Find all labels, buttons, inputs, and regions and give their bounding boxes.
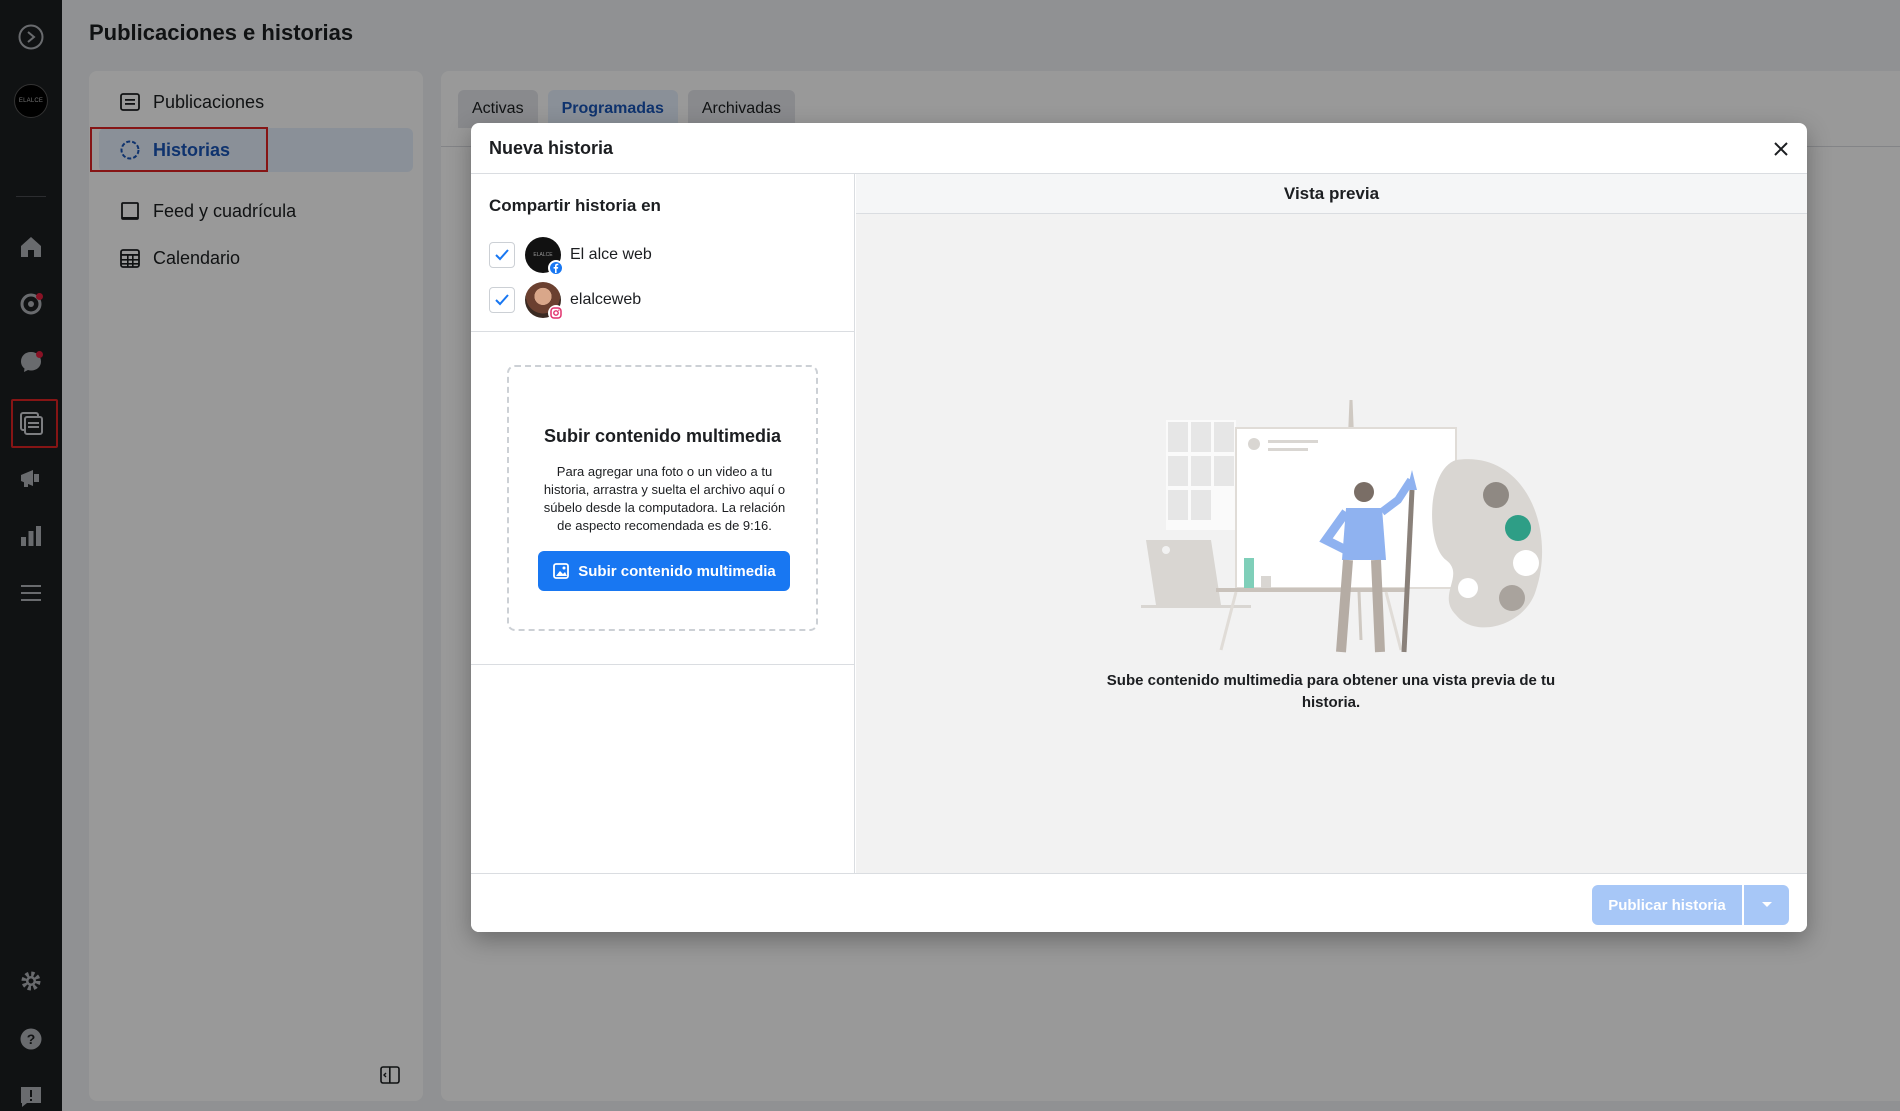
- share-title: Compartir historia en: [489, 196, 661, 215]
- account-avatar: ELALCE: [525, 237, 564, 276]
- account-row-facebook[interactable]: ELALCE El alce web: [489, 237, 652, 276]
- dialog-title: Nueva historia: [489, 137, 614, 158]
- upload-title: Subir contenido multimedia: [543, 426, 781, 446]
- publish-story-button[interactable]: Publicar historia: [1592, 885, 1742, 925]
- photo-upload-icon: [553, 563, 570, 579]
- chevron-down-icon: [1761, 902, 1772, 907]
- close-button[interactable]: [1767, 135, 1795, 163]
- account-name: El alce web: [570, 246, 652, 263]
- upload-media-button[interactable]: Subir contenido multimedia: [538, 551, 790, 591]
- upload-description: Para agregar una foto o un video a tu hi…: [543, 464, 786, 533]
- upload-button-label: Subir contenido multimedia: [578, 562, 776, 580]
- account-checkbox[interactable]: [489, 287, 515, 313]
- empty-preview-illustration: [1141, 400, 1543, 653]
- checkmark-icon: [495, 294, 509, 306]
- dialog-header: Nueva historia: [471, 123, 1807, 174]
- preview-empty-message: Sube contenido multimedia para obtener u…: [1106, 672, 1556, 711]
- divider: [471, 331, 855, 332]
- publish-options-dropdown[interactable]: [1744, 885, 1789, 925]
- close-icon: [1774, 142, 1788, 156]
- divider: [471, 664, 855, 665]
- account-name: elalceweb: [570, 291, 642, 308]
- account-avatar: [525, 282, 564, 321]
- facebook-icon: [548, 260, 564, 276]
- upload-dropzone[interactable]: Subir contenido multimedia Para agregar …: [507, 365, 818, 631]
- avatar-brand-text: ELALCE: [533, 252, 553, 258]
- preview-column: Vista previa Sube contenido multimedia p…: [856, 174, 1807, 873]
- instagram-icon: [548, 305, 564, 321]
- checkmark-icon: [495, 249, 509, 261]
- new-story-dialog: Nueva historia Compartir historia en ELA…: [471, 123, 1807, 932]
- share-column: Compartir historia en ELALCE El alce web: [471, 174, 855, 873]
- dialog-footer: Publicar historia: [471, 873, 1807, 932]
- preview-header: Vista previa: [856, 174, 1807, 214]
- account-checkbox[interactable]: [489, 242, 515, 268]
- account-row-instagram[interactable]: elalceweb: [489, 282, 642, 321]
